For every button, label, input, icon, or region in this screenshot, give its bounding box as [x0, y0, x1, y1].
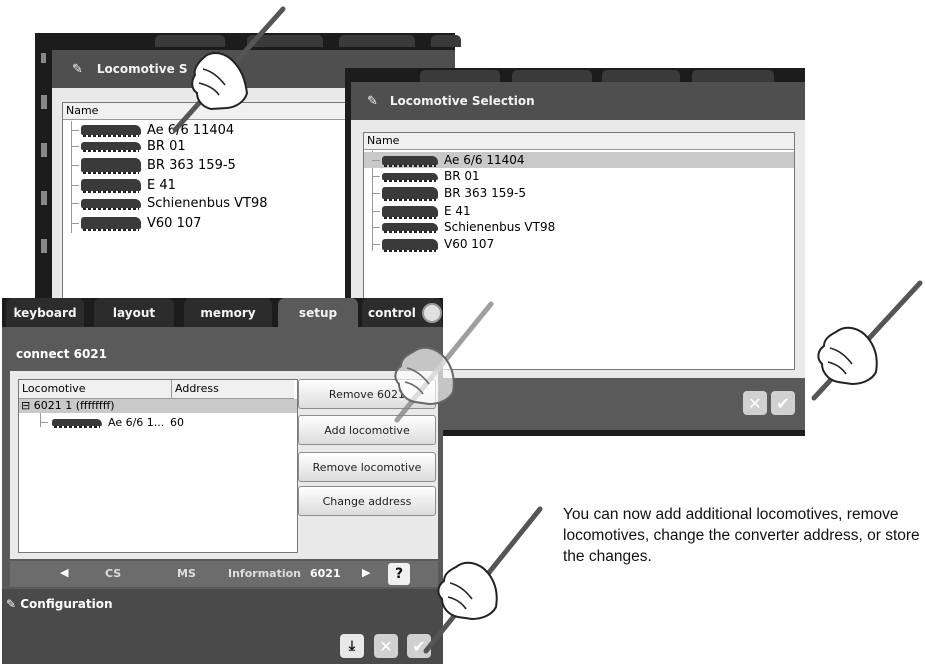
locomotive-thumbnail [81, 125, 141, 137]
instruction-note: You can now add additional locomotives, … [563, 506, 920, 565]
locomotive-thumbnail [382, 172, 438, 182]
list-item[interactable]: BR 363 159-5 [372, 185, 526, 201]
configuration-title: Configuration [20, 597, 113, 611]
wrench-icon: ✎ [367, 93, 378, 109]
list-item[interactable]: BR 01 [71, 138, 186, 154]
bottom-nav: ◀ CS MS Information 6021 ▶ ? [2, 559, 443, 589]
locomotive-thumbnail [81, 217, 141, 231]
tab-layout[interactable]: layout [94, 298, 174, 327]
chevron-right-icon[interactable]: ▶ [362, 566, 370, 579]
connected-locomotive-table[interactable]: Locomotive Address ⊟ 6021 1 (ffffffff) A… [18, 379, 298, 553]
column-header-address: Address [175, 382, 219, 395]
list-header: Name [364, 133, 794, 150]
column-header-locomotive: Locomotive [22, 382, 86, 395]
wrench-icon: ✎ [72, 61, 83, 77]
list-item[interactable]: E 41 [372, 203, 471, 219]
hand-pen-icon [394, 301, 494, 423]
list-item[interactable]: Schienenbus VT98 [372, 219, 555, 235]
list-item[interactable]: BR 363 159-5 [71, 157, 236, 174]
nav-item-information[interactable]: Information [228, 567, 301, 580]
tab-keyboard[interactable]: keyboard [6, 298, 84, 327]
table-row[interactable]: Ae 6/6 1... 60 [40, 414, 290, 430]
close-icon[interactable]: ✕ [743, 391, 767, 415]
tab-setup[interactable]: setup [278, 298, 358, 327]
list-item[interactable]: Schienenbus VT98 [71, 195, 268, 211]
help-button[interactable]: ? [388, 563, 410, 585]
nav-item-6021[interactable]: 6021 [310, 567, 341, 580]
locomotive-thumbnail [382, 205, 438, 219]
locomotive-thumbnail [81, 142, 141, 152]
locomotive-thumbnail [81, 198, 141, 210]
hand-pen-icon [423, 506, 543, 654]
hand-pen-icon [172, 6, 286, 133]
locomotive-thumbnail [52, 418, 102, 428]
page-title: connect 6021 [16, 347, 108, 361]
list-item[interactable]: E 41 [71, 177, 176, 193]
list-item-selected[interactable]: Ae 6/6 11404 [364, 152, 794, 168]
tab-memory[interactable]: memory [184, 298, 272, 327]
close-icon[interactable]: ✕ [374, 634, 398, 658]
front-window-titlebar: ✎ Locomotive Selection [351, 82, 805, 120]
locomotive-thumbnail [382, 223, 438, 233]
list-item[interactable]: BR 01 [372, 168, 480, 184]
remove-locomotive-button[interactable]: Remove locomotive [298, 452, 436, 482]
nav-item-ms[interactable]: MS [177, 567, 196, 580]
table-row-group[interactable]: ⊟ 6021 1 (ffffffff) [19, 399, 297, 413]
save-icon[interactable]: ⤓ [340, 634, 364, 658]
locomotive-thumbnail [382, 187, 438, 201]
locomotive-thumbnail [81, 158, 141, 174]
nav-strip [10, 561, 438, 587]
locomotive-thumbnail [382, 238, 438, 252]
configuration-bar: ✎ Configuration ⤓ ✕ ✔ [2, 589, 443, 664]
front-window-title: Locomotive Selection [389, 94, 535, 108]
table-header: Locomotive Address [19, 380, 294, 399]
list-item[interactable]: V60 107 [372, 236, 494, 252]
locomotive-thumbnail [382, 155, 438, 167]
list-item[interactable]: V60 107 [71, 215, 201, 231]
chevron-left-icon[interactable]: ◀ [60, 566, 68, 579]
hand-pen-icon [811, 280, 923, 401]
front-window-tab-stubs [420, 70, 800, 82]
nav-item-cs[interactable]: CS [105, 567, 121, 580]
locomotive-thumbnail [81, 179, 141, 193]
wrench-icon: ✎ [6, 597, 21, 611]
